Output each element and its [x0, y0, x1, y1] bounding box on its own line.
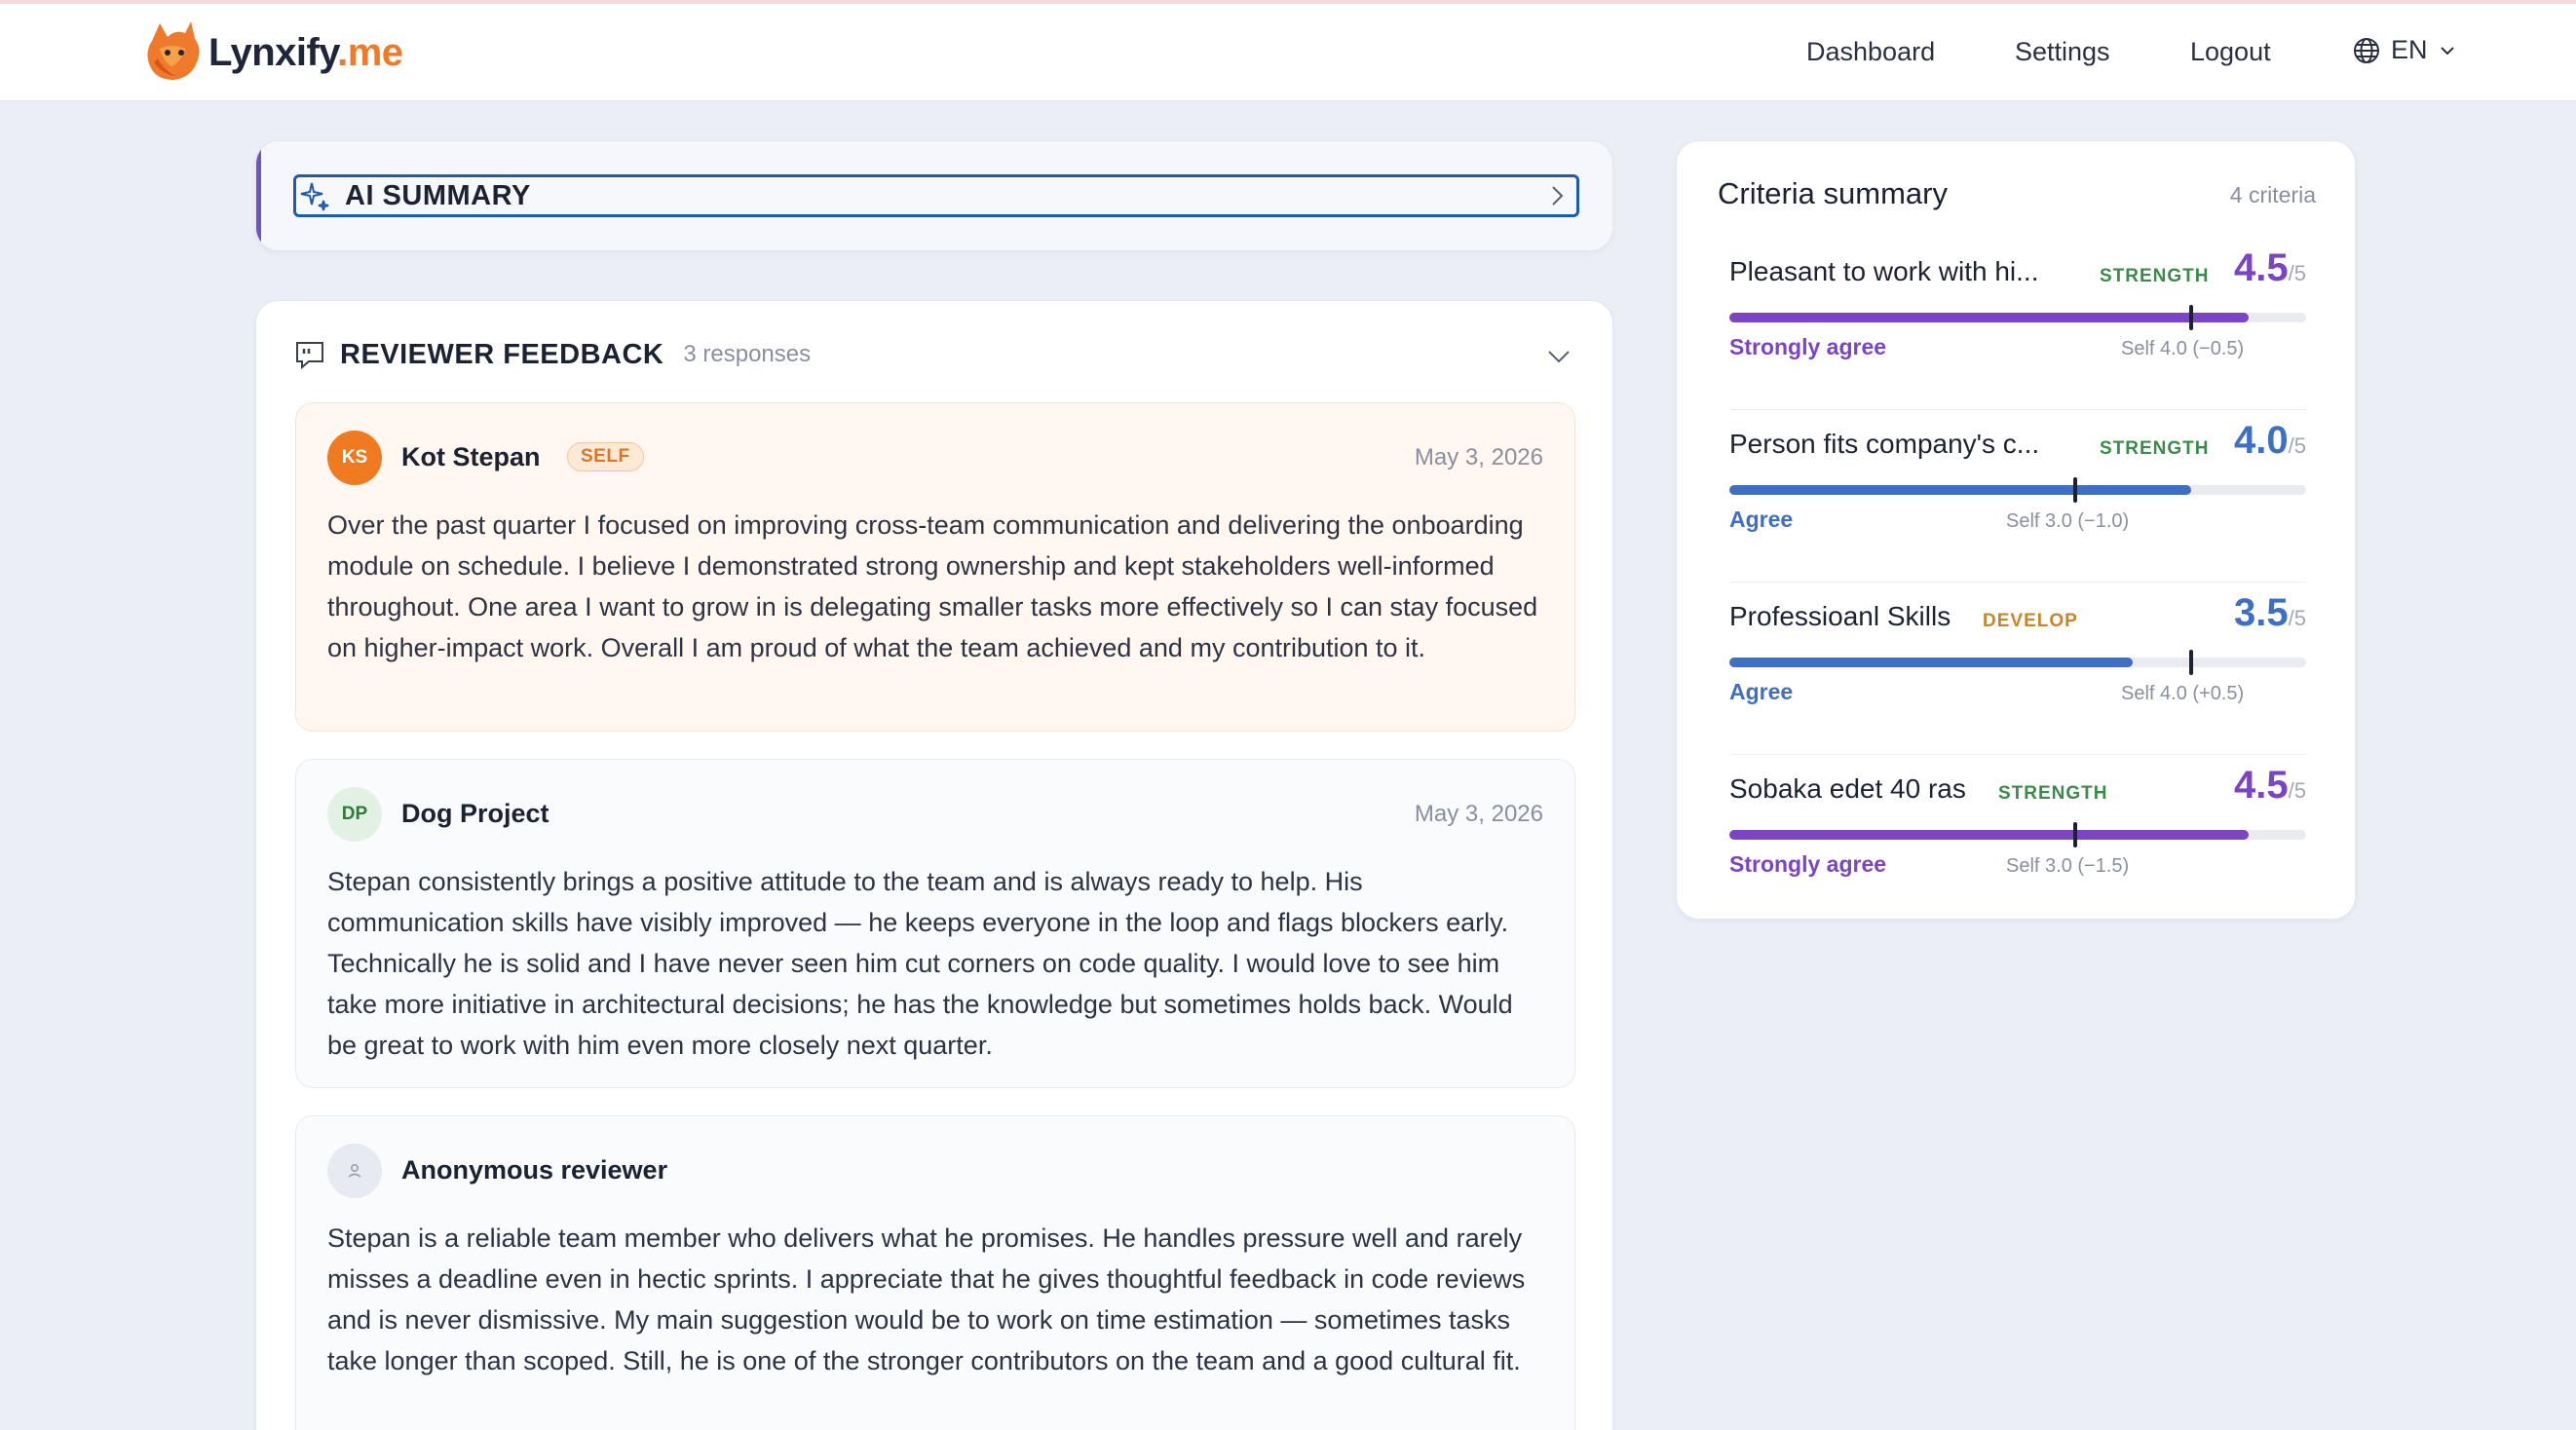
agreement-label: Strongly agree: [1729, 334, 1887, 359]
top-header: Lynxify.me Dashboard Settings Logout EN: [0, 4, 2576, 101]
score-track: [1729, 305, 2306, 330]
speech-bubble-icon: [296, 342, 323, 370]
avatar: KS: [327, 431, 382, 485]
review-text: Over the past quarter I focused on impro…: [327, 510, 1538, 662]
criterion-tag: STRENGTH: [1998, 783, 2108, 804]
criterion-score: 4.0/5: [2234, 419, 2306, 463]
criterion-tag: STRENGTH: [2100, 438, 2210, 459]
criterion-item: Professioanl Skills DEVELOP 3.5/5 Agree …: [1729, 583, 2306, 755]
nav-dashboard-link[interactable]: Dashboard: [1806, 37, 1935, 67]
reviewer-name: Anonymous reviewer: [401, 1155, 668, 1185]
globe-icon: [2354, 37, 2379, 63]
score-fill: [1729, 485, 2191, 495]
logo-text-main: Lynxify: [208, 30, 338, 74]
criterion-item: Person fits company's c... STRENGTH 4.0/…: [1729, 411, 2306, 583]
feedback-count: 3 responses: [683, 341, 812, 367]
reviewer-feedback-card: REVIEWER FEEDBACK 3 responses KS Kot Ste…: [255, 300, 1613, 1430]
self-marker: [2073, 822, 2078, 847]
score-value: 4.5: [2234, 246, 2289, 289]
review-date: May 3, 2026: [1414, 444, 1543, 470]
self-marker: [2188, 650, 2193, 675]
self-marker: [2188, 305, 2193, 330]
ai-summary-title: AI SUMMARY: [345, 179, 531, 211]
anonymous-avatar: [327, 1144, 382, 1198]
self-score-text: Self 3.0 (−1.5): [2006, 855, 2130, 877]
logo[interactable]: Lynxify.me: [142, 19, 403, 86]
review-card-self: KS Kot Stepan SELF May 3, 2026 Over the …: [295, 402, 1575, 732]
agreement-label: Agree: [1729, 507, 1794, 532]
score-value: 3.5: [2234, 591, 2289, 634]
ai-summary-accent: [256, 141, 261, 250]
logo-text: Lynxify.me: [208, 31, 403, 75]
agreement-label: Strongly agree: [1729, 851, 1887, 877]
score-value: 4.0: [2234, 419, 2289, 462]
review-date: May 3, 2026: [1414, 801, 1543, 827]
score-fill: [1729, 658, 2134, 667]
nav-settings-link[interactable]: Settings: [2015, 37, 2110, 67]
ai-summary-card: AI SUMMARY: [255, 140, 1613, 251]
sparkle-icon: [300, 182, 329, 211]
feedback-header: REVIEWER FEEDBACK 3 responses: [293, 338, 811, 371]
criterion-name: Person fits company's c...: [1729, 429, 2040, 459]
agreement-label: Agree: [1729, 679, 1794, 704]
chevron-down-icon: [2440, 46, 2454, 55]
nav-logout-link[interactable]: Logout: [2190, 37, 2271, 67]
score-denominator: /5: [2288, 606, 2306, 630]
avatar: DP: [327, 787, 382, 842]
score-denominator: /5: [2288, 261, 2306, 285]
language-selector[interactable]: EN: [2352, 35, 2457, 65]
score-track: [1729, 650, 2306, 675]
score-track: [1729, 477, 2306, 503]
criterion-item: Sobaka edet 40 ras STRENGTH 4.5/5 Strong…: [1729, 756, 2306, 927]
logo-text-accent: .me: [337, 30, 403, 74]
score-denominator: /5: [2288, 433, 2306, 458]
score-value: 4.5: [2234, 764, 2289, 807]
reviewer-name: Dog Project: [401, 799, 549, 828]
criteria-summary-card: Criteria summary 4 criteria Pleasant to …: [1676, 140, 2356, 920]
criterion-tag: STRENGTH: [2100, 266, 2210, 286]
score-denominator: /5: [2288, 778, 2306, 803]
score-track: [1729, 822, 2306, 847]
self-score-text: Self 4.0 (+0.5): [2121, 683, 2245, 704]
criterion-name: Professioanl Skills: [1729, 601, 1951, 631]
reviewer-name: Kot Stepan: [401, 442, 541, 471]
language-code: EN: [2391, 35, 2428, 64]
self-score-text: Self 4.0 (−0.5): [2121, 338, 2245, 359]
ai-summary-toggle[interactable]: AI SUMMARY: [293, 174, 1579, 217]
criterion-score: 3.5/5: [2234, 591, 2306, 635]
criterion-item: Pleasant to work with hi... STRENGTH 4.5…: [1729, 239, 2306, 410]
chevron-right-icon: [1552, 186, 1564, 206]
score-fill: [1729, 830, 2249, 840]
criterion-score: 4.5/5: [2234, 764, 2306, 808]
review-card-anonymous: Anonymous reviewer Stepan is a reliable …: [295, 1115, 1575, 1430]
collapse-chevron-icon[interactable]: [1544, 342, 1573, 371]
feedback-title: REVIEWER FEEDBACK: [340, 338, 664, 370]
review-text: Stepan consistently brings a positive at…: [327, 867, 1513, 1060]
criterion-score: 4.5/5: [2234, 246, 2306, 290]
criteria-title: Criteria summary: [1718, 176, 1948, 210]
user-icon: [348, 1163, 361, 1178]
criterion-tag: DEVELOP: [1983, 611, 2078, 631]
self-marker: [2073, 477, 2078, 503]
lynx-logo-icon: [147, 21, 200, 80]
score-fill: [1729, 313, 2249, 322]
review-card: DP Dog Project May 3, 2026 Stepan consis…: [295, 759, 1575, 1088]
self-badge: SELF: [567, 442, 644, 471]
criterion-name: Pleasant to work with hi...: [1729, 256, 2039, 286]
self-score-text: Self 3.0 (−1.0): [2006, 510, 2130, 532]
criteria-count: 4 criteria: [2229, 182, 2316, 207]
criterion-name: Sobaka edet 40 ras: [1729, 773, 1966, 804]
review-text: Stepan is a reliable team member who del…: [327, 1223, 1526, 1375]
